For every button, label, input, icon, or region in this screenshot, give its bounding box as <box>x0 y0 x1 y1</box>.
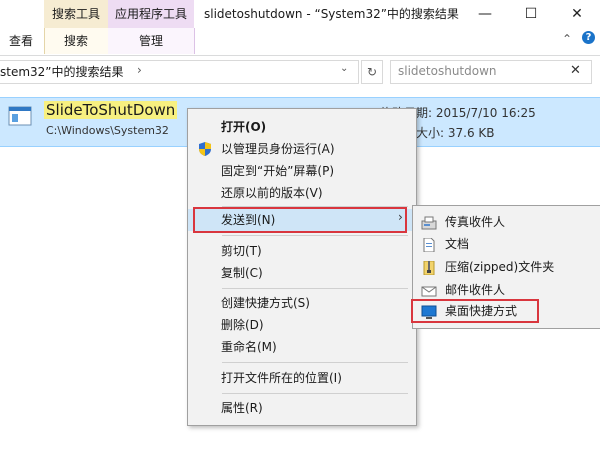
menu-item-run-as-admin[interactable]: 以管理员身份运行(A) <box>188 138 414 160</box>
highlight-box-desktop-shortcut <box>411 299 539 323</box>
help-icon[interactable]: ? <box>582 31 595 44</box>
menu-separator <box>222 362 408 363</box>
menu-item-label: 创建快捷方式(S) <box>221 296 310 310</box>
menu-item-restore-versions[interactable]: 还原以前的版本(V) <box>188 182 414 204</box>
submenu-item-label: 邮件收件人 <box>445 283 506 297</box>
menu-item-label: 属性(R) <box>221 401 263 415</box>
submenu-item-label: 压缩(zipped)文件夹 <box>445 260 555 274</box>
refresh-button[interactable]: ↻ <box>361 60 383 84</box>
collapse-ribbon-icon[interactable]: ⌃ <box>562 32 572 46</box>
search-value[interactable]: slidetoshutdown <box>398 64 497 78</box>
menu-item-create-shortcut[interactable]: 创建快捷方式(S) <box>188 292 414 314</box>
tab-search[interactable]: 搜索 <box>44 30 108 52</box>
submenu-item-label: 传真收件人 <box>445 215 506 229</box>
submenu-item-documents[interactable]: 文档 <box>413 233 599 255</box>
file-size: 大小: 37.6 KB <box>416 126 495 140</box>
submenu-item-mail[interactable]: 邮件收件人 <box>413 279 599 301</box>
address-path[interactable]: stem32”中的搜索结果 <box>0 63 124 80</box>
submenu-item-label: 文档 <box>445 237 470 251</box>
menu-separator <box>222 235 408 236</box>
application-icon <box>8 106 32 126</box>
menu-item-label: 打开文件所在的位置(I) <box>221 371 342 385</box>
context-tab-search-tools[interactable]: 搜索工具 <box>44 0 108 28</box>
menu-item-label: 以管理员身份运行(A) <box>221 142 335 156</box>
menu-item-label: 删除(D) <box>221 318 264 332</box>
zip-folder-icon <box>421 260 437 276</box>
mail-icon <box>421 283 437 297</box>
highlight-box-send-to <box>193 207 407 233</box>
tab-manage[interactable]: 管理 <box>108 30 194 52</box>
menu-item-label: 复制(C) <box>221 266 263 280</box>
tab-view[interactable]: 查看 <box>4 30 38 52</box>
menu-item-cut[interactable]: 剪切(T) <box>188 240 414 262</box>
menu-item-label: 固定到“开始”屏幕(P) <box>221 164 335 178</box>
file-name[interactable]: SlideToShutDown <box>44 101 178 119</box>
menu-item-open[interactable]: 打开(O) <box>188 116 414 138</box>
context-tab-app-tools[interactable]: 应用程序工具 <box>108 0 194 28</box>
menu-item-rename[interactable]: 重命名(M) <box>188 336 414 358</box>
file-path: C:\Windows\System32 <box>46 124 169 137</box>
menu-item-label: 重命名(M) <box>221 340 277 354</box>
chevron-right-icon[interactable]: › <box>137 63 142 77</box>
clear-search-icon[interactable]: ✕ <box>570 63 581 78</box>
submenu-item-fax[interactable]: 传真收件人 <box>413 211 599 233</box>
chevron-down-icon[interactable]: ⌄ <box>340 63 348 74</box>
menu-item-copy[interactable]: 复制(C) <box>188 262 414 284</box>
submenu-arrow-icon: › <box>398 210 403 224</box>
close-button[interactable]: ✕ <box>554 0 600 28</box>
minimize-button[interactable]: — <box>462 0 508 28</box>
menu-item-label: 打开(O) <box>221 120 267 134</box>
menu-item-label: 剪切(T) <box>221 244 262 258</box>
document-icon <box>421 237 437 253</box>
menu-item-properties[interactable]: 属性(R) <box>188 397 414 419</box>
maximize-button[interactable]: ☐ <box>508 0 554 28</box>
menu-item-pin-start[interactable]: 固定到“开始”屏幕(P) <box>188 160 414 182</box>
menu-item-delete[interactable]: 删除(D) <box>188 314 414 336</box>
fax-icon <box>421 215 437 230</box>
submenu-item-zip[interactable]: 压缩(zipped)文件夹 <box>413 256 599 278</box>
menu-separator <box>222 393 408 394</box>
menu-item-label: 还原以前的版本(V) <box>221 186 323 200</box>
window-title: slidetoshutdown - “System32”中的搜索结果 <box>204 7 459 21</box>
menu-item-open-location[interactable]: 打开文件所在的位置(I) <box>188 367 414 389</box>
menu-separator <box>222 288 408 289</box>
